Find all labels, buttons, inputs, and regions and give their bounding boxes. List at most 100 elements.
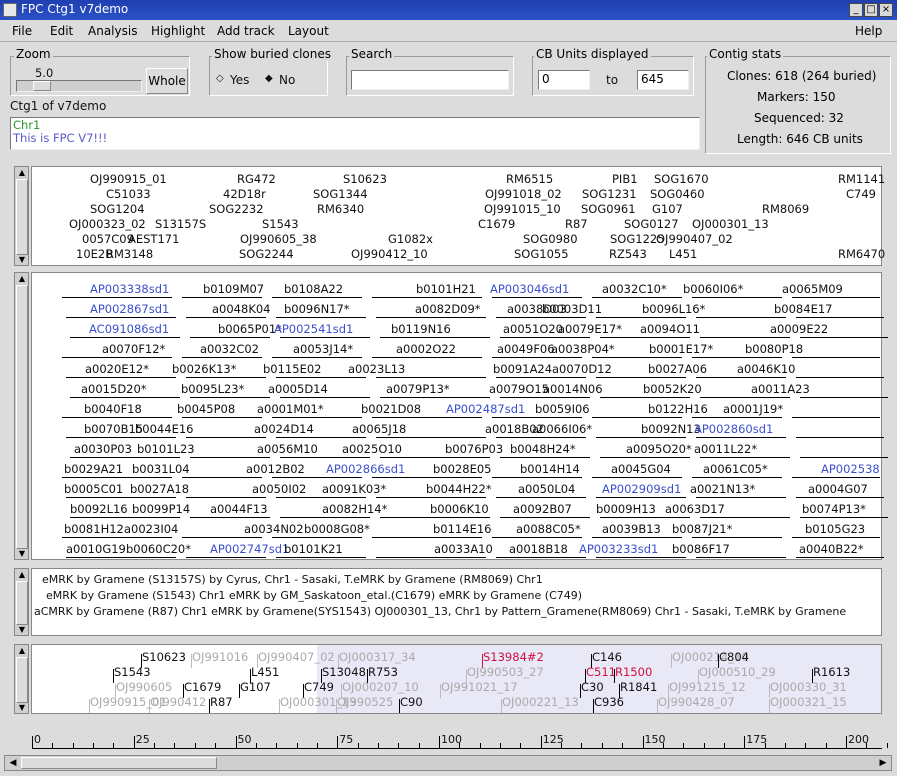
clone-label[interactable]: b0101K21 [284, 542, 343, 556]
clone-label[interactable]: a0045G04 [611, 462, 671, 476]
clone-label[interactable]: b0115E02 [263, 362, 321, 376]
scroll-down-icon[interactable]: ▼ [16, 625, 28, 635]
scroll-up-icon[interactable]: ▲ [16, 168, 28, 178]
sequence-label[interactable]: OJ000207_10 [342, 680, 419, 694]
marker-label[interactable]: SOG2244 [239, 247, 294, 261]
clone-label[interactable]: a0079P13* [386, 382, 450, 396]
clone-label[interactable]: b0076P03 [445, 442, 503, 456]
clone-label[interactable]: a0056M10 [257, 442, 318, 456]
clone-label[interactable]: b0096N17* [284, 302, 350, 316]
clone-label[interactable]: b0008G08* [304, 522, 370, 536]
clone-label[interactable]: b0048H24* [510, 442, 576, 456]
scroll-down-icon[interactable]: ▼ [16, 549, 28, 559]
clone-label[interactable]: a0010G19 [66, 542, 126, 556]
marker-label[interactable]: SOG2232 [209, 202, 264, 216]
sequence-label[interactable]: OJ990428_07 [658, 695, 735, 709]
sequence-label[interactable]: L451 [251, 665, 279, 679]
marker-label[interactable]: G1082x [388, 232, 433, 246]
clone-label[interactable]: a0005D14 [268, 382, 328, 396]
clone-label[interactable]: a0021N13* [690, 482, 755, 496]
marker-label[interactable]: SOG0961 [581, 202, 636, 216]
clone-label[interactable]: a0049F06 [497, 342, 555, 356]
clone-label[interactable]: a0046K10 [737, 362, 796, 376]
contig-remark-field[interactable]: Chr1 This is FPC V7!!! [10, 117, 700, 150]
sequence-label[interactable]: OJ990525 [337, 695, 393, 709]
scroll-down-icon[interactable]: ▼ [16, 255, 28, 265]
clone-label[interactable]: AP002866sd1 [326, 462, 405, 476]
clone-label[interactable]: b0052K20 [643, 382, 702, 396]
clone-label[interactable]: AP002909sd1 [602, 482, 681, 496]
clone-label[interactable]: a0044F13 [210, 502, 268, 516]
clone-label[interactable]: b0091A24 [493, 362, 552, 376]
marker-label[interactable]: OJ990605_38 [240, 232, 317, 246]
clone-label[interactable]: a0014N06 [543, 382, 603, 396]
clone-label[interactable]: b0001E17* [649, 342, 713, 356]
clone-label[interactable]: a0032C02 [200, 342, 259, 356]
clone-label[interactable]: b0108A22 [284, 282, 343, 296]
sequence-label[interactable]: C804 [719, 650, 749, 664]
clone-label[interactable]: b0101L23 [137, 442, 195, 456]
marker-label[interactable]: S1543 [262, 217, 299, 231]
clone-label[interactable]: a0001J19* [723, 402, 783, 416]
clone-label[interactable]: b0044H22* [426, 482, 492, 496]
horizontal-scrollbar[interactable]: ◀ ▶ [4, 755, 892, 771]
marker-label[interactable]: OJ000323_02 [69, 217, 146, 231]
clone-label[interactable]: AP002867sd1 [90, 302, 169, 316]
marker-label[interactable]: SOG1231 [582, 187, 637, 201]
sequence-label[interactable]: R1613 [813, 665, 850, 679]
close-icon[interactable]: × [879, 3, 893, 17]
maximize-icon[interactable]: □ [864, 3, 878, 17]
marker-label[interactable]: RM6340 [317, 202, 364, 216]
marker-label[interactable]: L451 [669, 247, 697, 261]
menu-add-track[interactable]: Add track [217, 24, 275, 38]
clone-label[interactable]: b0092L16 [70, 502, 128, 516]
clone-label[interactable]: a0018B18 [509, 542, 568, 556]
clone-label[interactable]: b0081H12 [64, 522, 124, 536]
clone-label[interactable]: b0099P14 [132, 502, 190, 516]
sequence-label[interactable]: C511 [586, 665, 616, 679]
sequence-label[interactable]: OJ000221_13 [502, 695, 579, 709]
clone-label[interactable]: a0094O11 [640, 322, 700, 336]
clone-label[interactable]: a0065M09 [782, 282, 843, 296]
sequence-label[interactable]: C146 [592, 650, 622, 664]
marker-label[interactable]: SOG0980 [523, 232, 578, 246]
clone-label[interactable]: b0044E16 [135, 422, 193, 436]
clone-label[interactable]: b0027A06 [648, 362, 707, 376]
sequence-label[interactable]: OJ990412 [150, 695, 206, 709]
marker-label[interactable]: RM8069 [762, 202, 809, 216]
clone-label[interactable]: a0050I02 [252, 482, 306, 496]
sequence-label[interactable]: S13984#2 [483, 650, 544, 664]
clone-label[interactable]: a0082D09* [415, 302, 481, 316]
clone-label[interactable]: a0091K03* [322, 482, 386, 496]
clone-label[interactable]: b0084E17 [774, 302, 832, 316]
clone-label[interactable]: a0063D17 [665, 502, 725, 516]
clone-label[interactable]: a0034N02 [244, 522, 304, 536]
remark-line[interactable]: eMRK by Gramene (S13157S) by Cyrus, Chr1… [42, 573, 543, 586]
clone-label[interactable]: a0030P03 [74, 442, 132, 456]
sequence-label[interactable]: R1500 [615, 665, 652, 679]
scroll-up-icon[interactable]: ▲ [16, 570, 28, 580]
marker-label[interactable]: RM1141 [838, 172, 885, 186]
sequence-label[interactable]: S13048 [322, 665, 366, 679]
clone-label[interactable]: a0088C05* [516, 522, 581, 536]
sequence-label[interactable]: G107 [240, 680, 271, 694]
clone-label[interactable]: a0032C10* [602, 282, 667, 296]
clone-label[interactable]: a0023L13 [348, 362, 405, 376]
clone-label[interactable]: a0001M01* [257, 402, 324, 416]
clone-label[interactable]: a0039B13 [602, 522, 661, 536]
clone-label[interactable]: b0027A18 [130, 482, 189, 496]
clone-label[interactable]: a0002O22 [396, 342, 456, 356]
menu-help[interactable]: Help [855, 24, 882, 38]
sequence-label[interactable]: OJ990407_02 [258, 650, 335, 664]
clone-label[interactable]: AP002747sd1 [210, 542, 289, 556]
clone-label[interactable]: a0051O20 [503, 322, 563, 336]
marker-label[interactable]: SOG1670 [654, 172, 709, 186]
clone-label[interactable]: AC091086sd1 [89, 322, 169, 336]
clone-label[interactable]: b0014H14 [520, 462, 580, 476]
marker-label[interactable]: S10623 [343, 172, 387, 186]
clone-label[interactable]: b0029A21 [64, 462, 123, 476]
marker-label[interactable]: OJ990915_01 [90, 172, 167, 186]
clone-label[interactable]: AP002538 [821, 462, 880, 476]
marker-label[interactable]: SOG1344 [313, 187, 368, 201]
marker-label[interactable]: RM3148 [106, 247, 153, 261]
